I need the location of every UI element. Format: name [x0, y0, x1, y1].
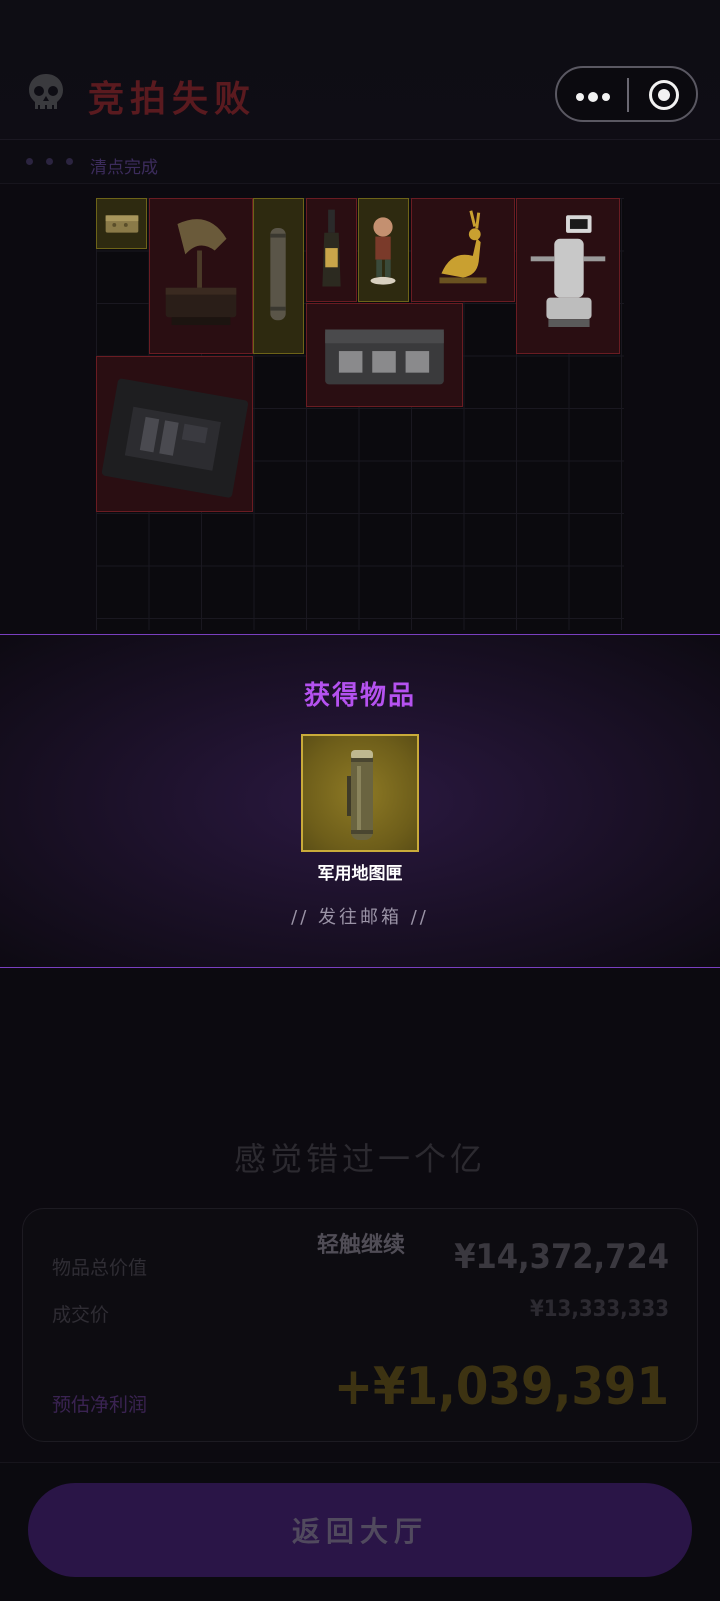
inventory-item-equipment-case[interactable]	[96, 356, 253, 512]
reward-title: 获得物品	[303, 681, 416, 711]
inventory-grid	[96, 198, 624, 630]
target-circle-icon[interactable]	[649, 80, 679, 110]
skull-icon	[29, 74, 63, 110]
header: 竞拍失败	[0, 0, 720, 140]
more-dots-icon[interactable]	[576, 92, 610, 102]
progress-dot	[26, 158, 33, 165]
progress-row: 清点完成	[0, 140, 720, 184]
return-lobby-button[interactable]: 返回大厅	[28, 1483, 692, 1577]
capsule-divider	[627, 78, 629, 112]
reward-item-name: 军用地图匣	[317, 864, 403, 884]
net-profit-label: 预估净利润	[52, 1394, 148, 1416]
net-profit-value: +¥1,039,391	[333, 1357, 669, 1417]
reward-item-card[interactable]	[301, 734, 419, 852]
inventory-item-map-tube[interactable]	[253, 198, 304, 354]
inventory-item-golden-deer[interactable]	[411, 198, 515, 302]
map-tube-icon	[347, 750, 373, 840]
result-stats-card[interactable]: 轻触继续 物品总价值 ¥14,372,724 成交价 ¥13,333,333 预…	[22, 1208, 698, 1442]
total-value: ¥14,372,724	[454, 1237, 669, 1277]
inventory-item-gramophone[interactable]	[149, 198, 253, 354]
result-slogan: 感觉错过一个亿	[233, 1140, 486, 1178]
inventory-item-figurine[interactable]	[358, 198, 409, 302]
inventory-item-ammo-crate[interactable]	[306, 303, 463, 407]
deal-price-value: ¥13,333,333	[530, 1297, 669, 1322]
reward-panel: 获得物品 军用地图匣 // 发往邮箱 //	[0, 634, 720, 968]
inventory-item-champagne-bottle[interactable]	[306, 198, 357, 302]
progress-label: 清点完成	[90, 158, 158, 178]
inventory-item-robot[interactable]	[516, 198, 620, 354]
total-value-label: 物品总价值	[52, 1257, 148, 1279]
deal-price-label: 成交价	[52, 1304, 110, 1326]
mailbox-note: // 发往邮箱 //	[291, 907, 429, 928]
progress-dot	[66, 158, 73, 165]
page-title: 竞拍失败	[88, 79, 257, 120]
mini-program-capsule	[555, 66, 698, 122]
progress-dot	[46, 158, 53, 165]
inventory-item-small-box[interactable]	[96, 198, 147, 249]
footer: 返回大厅	[0, 1462, 720, 1601]
